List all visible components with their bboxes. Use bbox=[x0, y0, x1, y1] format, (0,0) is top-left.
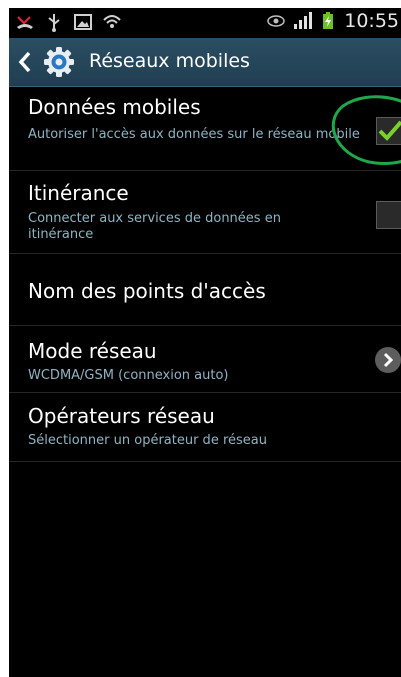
roaming-checkbox[interactable] bbox=[376, 201, 401, 229]
roaming-setting[interactable]: Itinérance Connecter aux services de don… bbox=[9, 171, 401, 254]
apn-setting[interactable]: Nom des points d'accès bbox=[9, 254, 401, 326]
apn-title: Nom des points d'accès bbox=[28, 279, 266, 303]
clock: 10:55 bbox=[344, 10, 399, 32]
signal-icon bbox=[292, 11, 313, 31]
mobile-data-title: Données mobiles bbox=[28, 95, 201, 119]
mobile-data-subtitle: Autoriser l'accès aux données sur le rés… bbox=[28, 127, 360, 142]
network-operators-title: Opérateurs réseau bbox=[28, 404, 215, 428]
usb-icon bbox=[44, 12, 64, 32]
wifi-hotspot-icon bbox=[102, 12, 122, 32]
phone-screen: 10:55 Réseaux mobiles Données mobiles Au… bbox=[9, 8, 401, 677]
chevron-right-icon[interactable] bbox=[375, 347, 401, 373]
image-icon bbox=[73, 12, 93, 32]
screen-title: Réseaux mobiles bbox=[89, 50, 250, 72]
battery-charging-icon bbox=[318, 11, 338, 31]
roaming-title: Itinérance bbox=[28, 181, 129, 205]
highlight-circle bbox=[331, 95, 401, 165]
network-mode-title: Mode réseau bbox=[28, 339, 157, 363]
network-operators-subtitle: Sélectionner un opérateur de réseau bbox=[28, 433, 267, 448]
roaming-subtitle: Connecter aux services de données en iti… bbox=[28, 211, 281, 242]
gear-icon[interactable] bbox=[43, 46, 75, 78]
action-bar: Réseaux mobiles bbox=[9, 38, 401, 87]
eye-icon bbox=[266, 11, 286, 31]
network-mode-subtitle: WCDMA/GSM (connexion auto) bbox=[28, 368, 229, 383]
network-mode-setting[interactable]: Mode réseau WCDMA/GSM (connexion auto) bbox=[9, 326, 401, 393]
missed-call-icon bbox=[15, 12, 35, 32]
network-operators-setting[interactable]: Opérateurs réseau Sélectionner un opérat… bbox=[9, 393, 401, 462]
status-bar: 10:55 bbox=[9, 8, 401, 38]
chevron-left-icon[interactable] bbox=[17, 50, 33, 74]
